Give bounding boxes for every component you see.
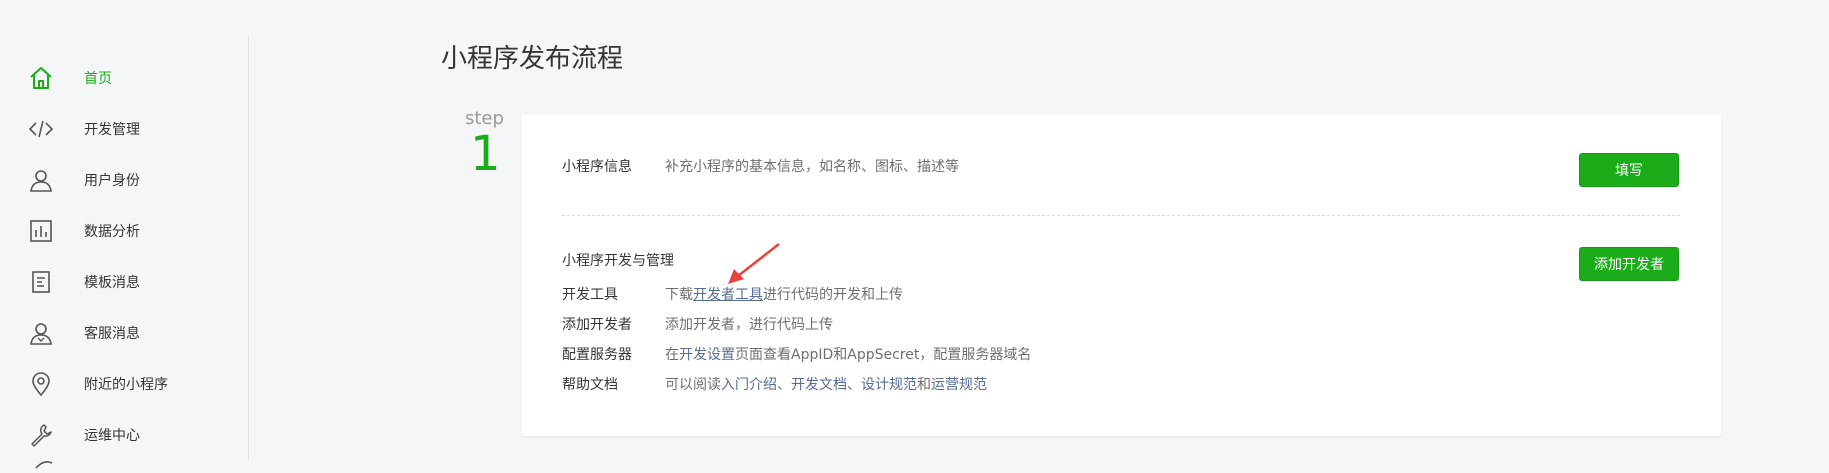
sidebar-item-dev-management[interactable]: 开发管理 [0,109,248,149]
sidebar-item-label: 首页 [84,71,112,87]
server-post: 页面查看AppID和AppSecret，配置服务器域名 [735,347,1032,363]
sidebar-item-label: 客服消息 [84,326,140,342]
sidebar-item-label: 模板消息 [84,275,140,291]
dev-tools-desc: 下载开发者工具进行代码的开发和上传 [665,284,903,304]
sidebar: 首页 开发管理 用户身份 数据分析 模板消息 客服消息 附近的小程序 运维中心 [0,36,249,469]
document-icon [28,269,54,295]
chart-icon [28,218,54,244]
sidebar-item-ops-center[interactable]: 运维中心 [0,415,248,455]
add-developer-desc: 添加开发者，进行代码上传 [665,317,833,333]
sidebar-item-label: 附近的小程序 [84,377,168,393]
wrench-icon [28,422,54,448]
add-developer-button[interactable]: 添加开发者 [1579,247,1679,281]
sidebar-item-label: 用户身份 [84,173,140,189]
ops-spec-link[interactable]: 运营规范 [931,377,987,393]
dev-settings-link[interactable]: 开发设置 [679,347,735,363]
sidebar-item-data-analysis[interactable]: 数据分析 [0,211,248,251]
location-pin-icon [28,371,54,397]
dev-tools-link[interactable]: 开发者工具 [693,287,763,303]
info-label: 小程序信息 [562,159,632,175]
divider [562,215,1680,216]
annotation-arrow [728,243,780,284]
help-sep: 、 [777,377,791,393]
sidebar-item-label: 运维中心 [84,428,140,444]
sidebar-item-partial-icon [34,454,54,473]
help-docs-desc: 可以阅读入门介绍、开发文档、设计规范和运营规范 [665,374,987,394]
sidebar-item-template-messages[interactable]: 模板消息 [0,262,248,302]
sidebar-item-customer-service[interactable]: 客服消息 [0,313,248,353]
add-developer-label: 添加开发者 [562,317,632,333]
server-config-desc: 在开发设置页面查看AppID和AppSecret，配置服务器域名 [665,344,1031,364]
customer-service-icon [28,320,54,346]
sidebar-item-label: 数据分析 [84,224,140,240]
code-icon [28,116,54,142]
sidebar-item-nearby-mini-programs[interactable]: 附近的小程序 [0,364,248,404]
server-pre: 在 [665,347,679,363]
help-and: 和 [917,377,931,393]
home-icon [28,65,54,91]
dev-tools-post: 进行代码的开发和上传 [763,287,903,303]
fill-in-button[interactable]: 填写 [1579,153,1679,187]
help-sep: 、 [847,377,861,393]
dev-docs-link[interactable]: 开发文档 [791,377,847,393]
info-desc: 补充小程序的基本信息，如名称、图标、描述等 [665,159,959,175]
sidebar-item-label: 开发管理 [84,122,140,138]
sidebar-item-home[interactable]: 首页 [0,58,248,98]
publish-step-card: 小程序信息 补充小程序的基本信息，如名称、图标、描述等 填写 小程序开发与管理 … [521,114,1721,436]
dev-tools-pre: 下载 [665,287,693,303]
help-pre: 可以阅读 [665,377,721,393]
user-icon [28,167,54,193]
step-number: 1 [470,126,501,182]
intro-link[interactable]: 入门介绍 [721,377,777,393]
dev-heading: 小程序开发与管理 [562,253,674,269]
design-spec-link[interactable]: 设计规范 [861,377,917,393]
help-docs-label: 帮助文档 [562,377,618,393]
dev-tools-label: 开发工具 [562,287,618,303]
sidebar-item-user-identity[interactable]: 用户身份 [0,160,248,200]
page-title: 小程序发布流程 [441,44,624,74]
server-config-label: 配置服务器 [562,347,632,363]
